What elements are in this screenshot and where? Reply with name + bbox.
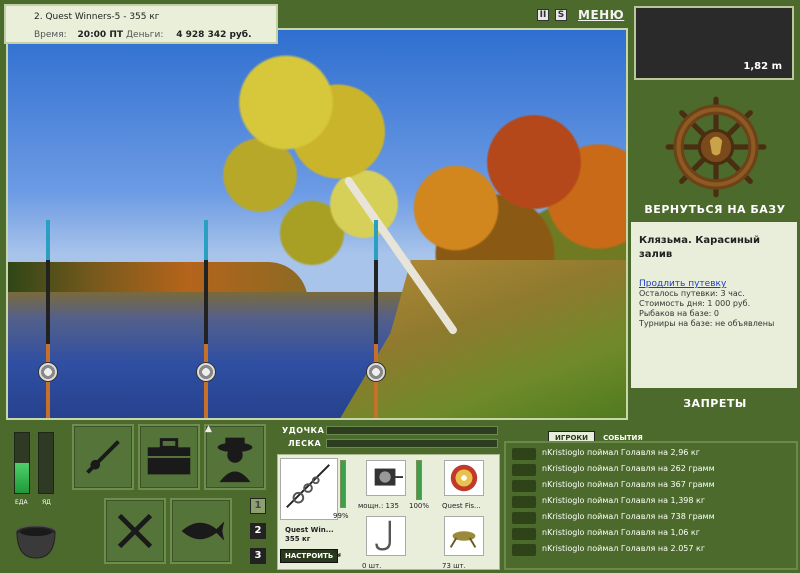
rod-condition: 99%: [333, 512, 349, 520]
depth-value: 1,82 m: [743, 61, 782, 72]
slot-button-2[interactable]: 2: [250, 523, 266, 539]
rod-tile[interactable]: [72, 424, 134, 490]
line-spool-icon: [450, 464, 478, 492]
poison-label: ЯД: [42, 499, 51, 506]
tackle-box-icon: [147, 438, 191, 475]
tournaments-info: Турниры на базе: не объявлены: [639, 319, 775, 328]
fish-icon: [512, 544, 536, 556]
return-to-base-button[interactable]: ВЕРНУТЬСЯ НА БАЗУ: [632, 203, 798, 216]
time-label: Время:: [34, 30, 67, 40]
chat-message: nKristioglo поймал Голавля на 367 грамм: [512, 479, 792, 493]
pause-button[interactable]: II: [537, 9, 549, 21]
reel-condition: 100%: [409, 502, 430, 510]
hook-count: 0 шт.: [362, 562, 382, 570]
anglers-count: Рыбаков на базе: 0: [639, 309, 719, 318]
session-line: 2. Quest Winners-5 - 355 кг: [34, 12, 160, 22]
tune-button[interactable]: НАСТРОИТЬ: [280, 549, 339, 563]
fish-icon: [512, 528, 536, 540]
food-label: ЕДА: [15, 499, 28, 506]
chat-message-text: nKristioglo поймал Голавля на 2.057 кг: [542, 544, 706, 553]
rod-condition-fill: [341, 461, 345, 507]
chat-message-text: nKristioglo поймал Голавля на 1,398 кг: [542, 496, 706, 505]
reel-1[interactable]: [38, 362, 58, 382]
fish-icon: [512, 480, 536, 492]
fish-icon: [181, 521, 225, 541]
food-bar-fill: [15, 463, 29, 493]
fish-icon: [512, 448, 536, 460]
rod-name: Quest Win...: [285, 526, 334, 534]
reel-slot[interactable]: [366, 460, 406, 496]
angler-tile[interactable]: [204, 424, 266, 490]
line-strength-bar: [326, 439, 498, 448]
time-value: 20:00 ПТ: [77, 30, 123, 40]
chat-message-text: nKristioglo поймал Голавля на 262 грамм: [542, 464, 715, 473]
knife-fork-icon: [117, 513, 153, 549]
chat-message: nKristioglo поймал Голавля на 2.057 кг: [512, 543, 792, 557]
chat-message: nKristioglo поймал Голавля на 2,96 кг: [512, 447, 792, 461]
bait-count: 73 шт.: [442, 562, 466, 570]
grasshopper-icon: [449, 531, 477, 548]
line-name: Quest Fis...: [442, 502, 481, 510]
hook-icon: [375, 520, 391, 551]
fish-icon: [512, 496, 536, 508]
rod-condition-bar: [340, 460, 346, 508]
money-label: Деньги:: [126, 30, 164, 40]
session-info-panel: 2. Quest Winners-5 - 355 кг Время: 20:00…: [4, 4, 278, 44]
fishing-scene[interactable]: [6, 28, 628, 420]
chat-message: nKristioglo поймал Голавля на 262 грамм: [512, 463, 792, 477]
arrow-down-right-icon[interactable]: ↘: [332, 546, 342, 560]
angler-icon: [217, 437, 253, 483]
fish-icon: [512, 512, 536, 524]
extend-permit-link[interactable]: Продлить путевку: [639, 279, 789, 289]
chat-message-text: nKristioglo поймал Голавля на 1,06 кг: [542, 528, 700, 537]
fish-icon: [512, 464, 536, 476]
permit-left: Осталось путевки: 3 час.: [639, 289, 745, 298]
cauldron-icon[interactable]: [12, 512, 60, 562]
rod-2[interactable]: [204, 220, 208, 418]
day-cost: Стоимость дня: 1 000 руб.: [639, 299, 751, 308]
bait-slot[interactable]: [444, 516, 484, 556]
birch-foliage: [208, 30, 468, 320]
rod-slot[interactable]: [280, 458, 338, 520]
chat-message: nKristioglo поймал Голавля на 1,06 кг: [512, 527, 792, 541]
tackle-box-tile[interactable]: [138, 424, 200, 490]
line-label: ЛЕСКА: [288, 439, 322, 448]
poison-bar: [38, 432, 54, 494]
rod-reel-icon: [286, 464, 330, 509]
menu-button[interactable]: МЕНЮ: [578, 8, 624, 22]
depth-meter: 1,82 m: [634, 6, 794, 80]
fish-keepnet-tile[interactable]: [170, 498, 232, 564]
chat-message: nKristioglo поймал Голавля на 1,398 кг: [512, 495, 792, 509]
reel-condition-bar: [416, 460, 422, 500]
chat-log: nKristioglo поймал Голавля на 2,96 кг nKr…: [504, 441, 798, 570]
rod-1[interactable]: [46, 220, 50, 418]
ship-wheel-icon[interactable]: [664, 95, 768, 199]
cursor-arrow-icon: ▲: [205, 424, 212, 434]
food-bar: [14, 432, 30, 494]
rod-weight: 355 кг: [285, 535, 311, 543]
reel-3[interactable]: [366, 362, 386, 382]
rod-icon: [86, 440, 120, 474]
location-title: Клязьма. Карасиный залив: [639, 235, 760, 260]
reel-power: мощн.: 135: [358, 502, 399, 510]
hook-slot[interactable]: [366, 516, 406, 556]
slot-button-3[interactable]: 3: [250, 548, 266, 564]
rod-3[interactable]: [374, 220, 378, 418]
chat-message-text: nKristioglo поймал Голавля на 367 грамм: [542, 480, 715, 489]
chat-message: nKristioglo поймал Голавля на 738 грамм: [512, 511, 792, 525]
eat-tile[interactable]: [104, 498, 166, 564]
reel-condition-fill: [417, 461, 421, 499]
reel-2[interactable]: [196, 362, 216, 382]
chat-message-text: nKristioglo поймал Голавля на 738 грамм: [542, 512, 715, 521]
location-panel: Клязьма. Карасиный залив Продлить путевк…: [631, 222, 797, 388]
line-slot[interactable]: [444, 460, 484, 496]
rod-strength-bar: [326, 426, 498, 435]
slot-button-1[interactable]: 1: [250, 498, 266, 514]
money-value: 4 928 342 руб.: [176, 30, 252, 40]
bans-button[interactable]: ЗАПРЕТЫ: [632, 397, 798, 410]
sound-button[interactable]: S: [555, 9, 567, 21]
reel-icon: [374, 468, 403, 486]
rod-label: УДОЧКА: [282, 426, 325, 435]
chat-message-text: nKristioglo поймал Голавля на 2,96 кг: [542, 448, 700, 457]
